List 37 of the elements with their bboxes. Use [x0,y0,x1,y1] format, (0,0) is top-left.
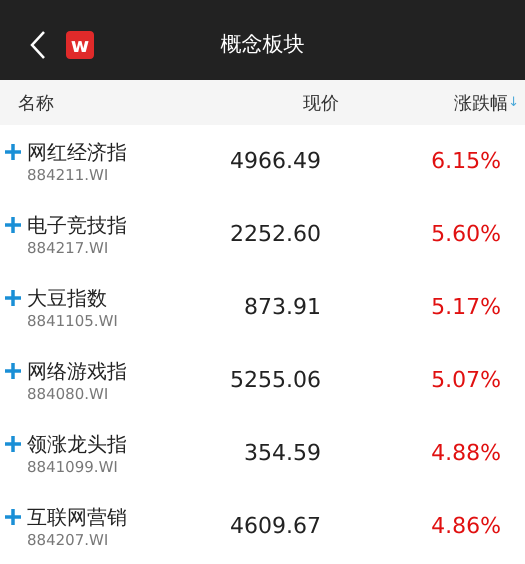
add-icon[interactable] [4,362,22,380]
index-code: 884080.WI [27,384,110,404]
column-heading[interactable]: 涨跌幅 [454,90,508,114]
add-icon[interactable] [4,434,22,452]
index-code: 884207.WI [27,530,110,550]
price-value: 5255.06 [230,368,321,393]
change-value: 6.15% [431,149,501,174]
index-name: 互联网营销 [27,504,127,530]
index-code: 8841099.WI [27,456,119,476]
index-code: 8841105.WI [27,310,118,330]
page-title: 概念板块 [220,32,304,56]
change-value: 5.07% [431,368,501,393]
price-value: 4609.67 [230,514,321,539]
change-value: 4.88% [431,441,501,466]
add-icon[interactable] [4,508,22,526]
change-value: 5.60% [431,222,501,247]
index-code: 884211.WI [27,164,110,184]
price-value: 4966.49 [230,149,321,174]
index-code: 884217.WI [27,238,110,258]
price-value: 873.91 [244,295,321,320]
add-icon[interactable] [4,216,22,234]
column-heading[interactable]: 现价 [303,90,339,114]
add-icon[interactable] [4,142,22,160]
index-name: 大豆指数 [27,284,108,310]
price-value: 2252.60 [230,222,321,247]
change-value: 5.17% [431,295,501,320]
index-name: 网络游戏指 [27,358,127,384]
index-name: 电子竞技指 [27,212,127,238]
price-value: 354.59 [244,441,321,466]
column-heading[interactable]: 名称 [18,90,54,114]
back-icon[interactable] [28,29,48,61]
sort-arrow: ↓ [508,95,519,110]
index-name: 网红经济指 [27,138,127,164]
change-value: 4.86% [431,514,501,539]
index-name: 领涨龙头指 [27,430,127,456]
add-icon[interactable] [4,288,22,306]
app-logo[interactable]: w [66,31,94,59]
